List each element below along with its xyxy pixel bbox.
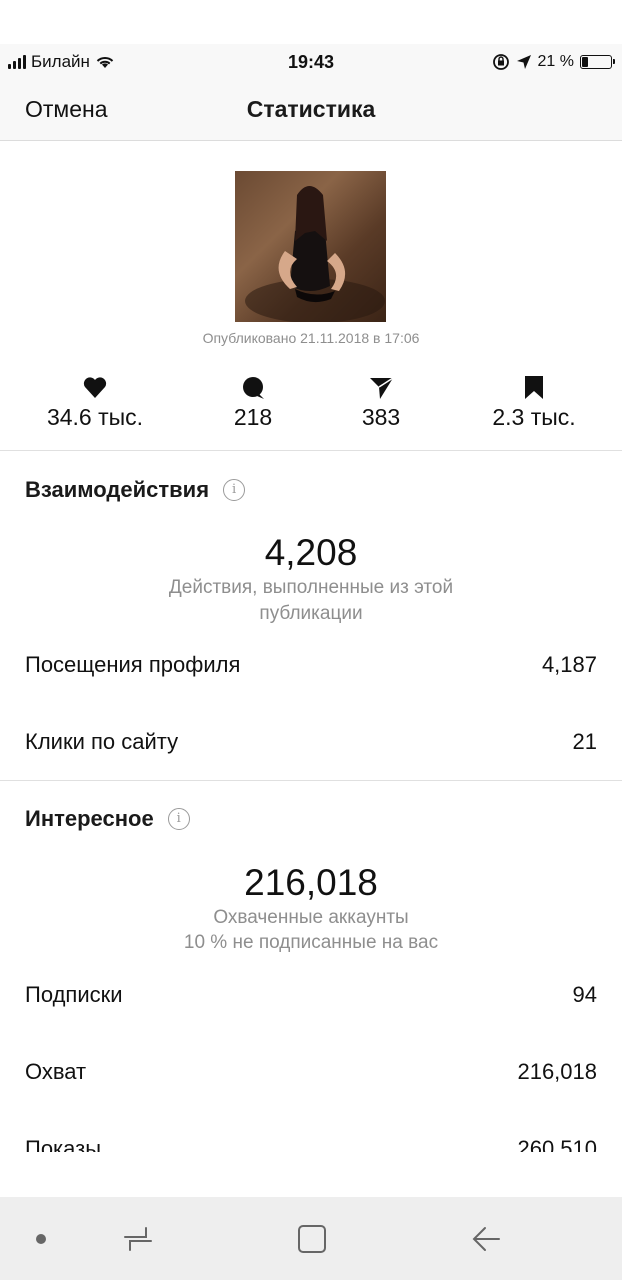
row-value: 4,187 [541,652,597,677]
home-icon [298,1224,326,1253]
comment-icon [243,377,264,399]
post-thumbnail[interactable] [235,171,386,322]
row-label: Показы [25,1136,102,1152]
discovery-title: Интересное [25,806,154,831]
row-label: Охват [25,1059,87,1084]
row-value: 260,510 [517,1136,597,1152]
row-label: Подписки [25,982,123,1007]
non-followers-caption: 10 % не подписанные на вас [183,932,439,953]
discovery-total: 216,018 [244,862,378,903]
post-photo [245,186,385,322]
divider [0,450,622,451]
interactions-caption: Действия, выполненные из этой публикации [168,577,454,624]
likes-count: 34.6 тыс. [46,404,144,430]
likes-stat: 34.6 тыс. [20,372,170,431]
saves-stat: 2.3 тыс. [459,372,609,431]
row-label: Посещения профиля [25,652,241,677]
row-value: 216,018 [517,1059,597,1084]
status-bar: Билайн 19:43 21 % [0,44,622,80]
published-date: Опубликовано 21.11.2018 в 17:06 [202,330,420,346]
recent-apps-icon [124,1226,152,1251]
back-arrow-icon [472,1226,500,1251]
keyboard-dot-button[interactable] [26,1197,56,1280]
share-icon [370,377,394,399]
nav-bar: Отмена Статистика [0,80,622,141]
info-icon[interactable]: i [223,479,246,501]
back-button[interactable] [458,1197,514,1280]
location-arrow-icon [516,55,531,69]
shares-stat: 383 [306,372,456,431]
orientation-lock-icon [492,54,509,70]
row-value: 94 [572,982,597,1007]
stat-row: Посещения профиля 4,187 [25,652,597,678]
engagement-stats: 34.6 тыс. 218 383 2.3 тыс. [0,372,622,442]
stat-row: Показы 260,510 [25,1136,597,1152]
heart-icon [83,377,107,398]
top-blank-area [0,0,622,44]
status-right: 21 % [492,44,615,80]
interactions-total: 4,208 [264,532,358,573]
interactions-title: Взаимодействия [25,477,210,502]
row-label: Клики по сайту [25,729,179,754]
saves-count: 2.3 тыс. [492,404,576,430]
recent-apps-button[interactable] [110,1197,166,1280]
divider [0,780,622,781]
discovery-header: Интересное i [25,806,190,832]
stat-row: Подписки 94 [25,982,597,1008]
home-button[interactable] [284,1197,340,1280]
system-nav-bar [0,1197,622,1280]
row-value: 21 [572,729,597,754]
shares-count: 383 [361,404,401,430]
page-title: Статистика [246,96,376,122]
dot-icon [36,1233,46,1244]
scroll-clip: Показы 260,510 [0,1130,622,1152]
info-icon[interactable]: i [167,808,190,830]
battery-percent: 21 % [537,53,574,70]
battery-icon [580,55,615,69]
stat-row: Охват 216,018 [25,1059,597,1085]
stat-row: Клики по сайту 21 [25,729,597,755]
interactions-header: Взаимодействия i [25,477,246,503]
bookmark-icon [525,376,543,399]
reach-caption: Охваченные аккаунты [213,907,409,928]
